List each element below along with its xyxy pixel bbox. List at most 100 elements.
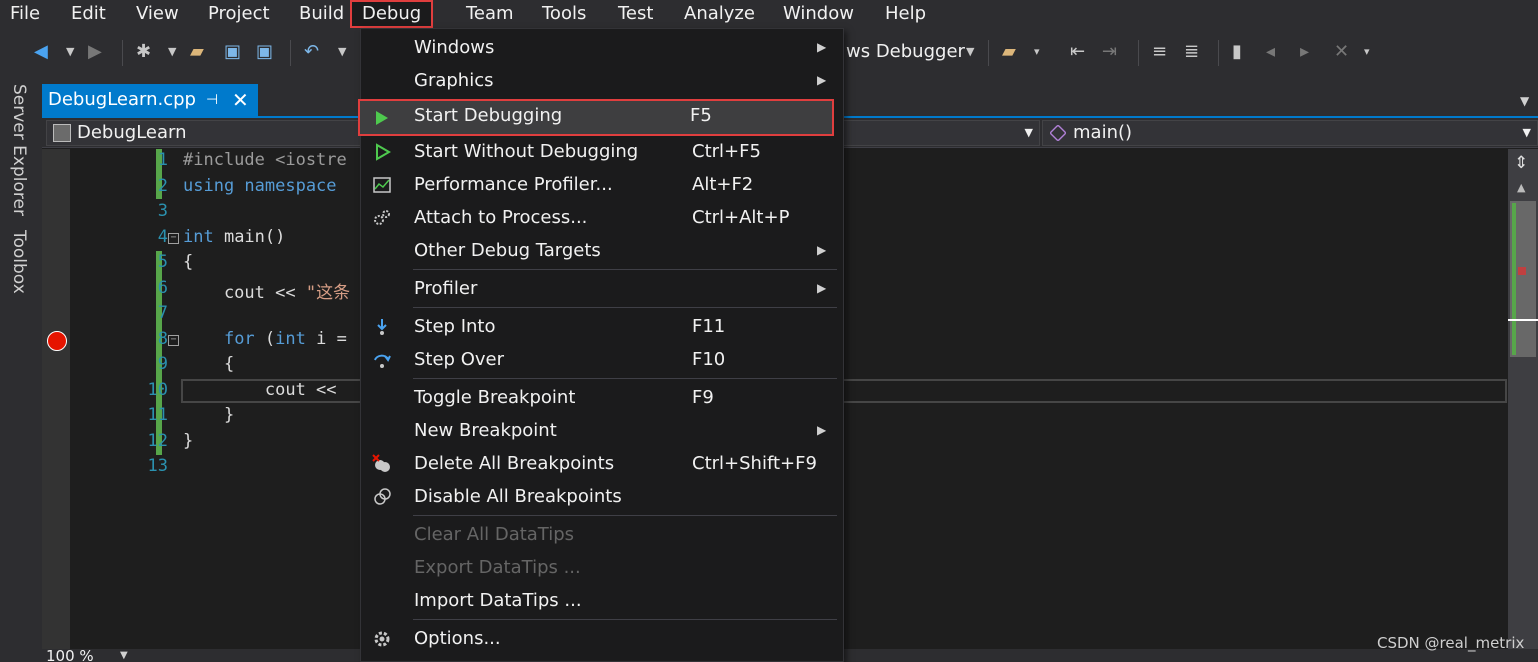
menu-help[interactable]: Help	[885, 0, 926, 28]
menu-project[interactable]: Project	[208, 0, 270, 28]
menu-item-step-into[interactable]: Step Into F11	[361, 310, 843, 343]
code-line: {	[183, 252, 193, 272]
pin-icon[interactable]: ⊣	[206, 84, 218, 116]
server-explorer-tab[interactable]: Server Explorer	[9, 84, 29, 216]
debugger-select[interactable]: ws Debugger	[846, 40, 965, 64]
tab-overflow-icon[interactable]: ▼	[1520, 94, 1529, 108]
step-back-icon[interactable]: ⇤	[1070, 40, 1085, 64]
tab-debuglearn-cpp[interactable]: DebugLearn.cpp ⊣ ✕	[42, 84, 258, 116]
toolbar-overflow-icon[interactable]: ▾	[1364, 40, 1370, 64]
menu-separator	[413, 515, 837, 516]
open-folder-icon[interactable]: ▰	[190, 40, 204, 64]
submenu-arrow-icon: ▶	[817, 423, 827, 437]
menu-item-shortcut: Ctrl+Shift+F9	[692, 453, 817, 474]
code-token: (	[254, 328, 276, 349]
menu-item-performance-profiler[interactable]: Performance Profiler... Alt+F2	[361, 168, 843, 201]
menu-build[interactable]: Build	[299, 0, 344, 28]
menu-item-label: Step Into	[414, 316, 496, 337]
uncomment-icon[interactable]: ≣	[1184, 40, 1199, 64]
toolbox-tab[interactable]: Toolbox	[9, 230, 29, 294]
find-in-files-icon[interactable]: ▰	[1002, 40, 1016, 64]
menu-edit[interactable]: Edit	[71, 0, 106, 28]
new-item-icon[interactable]: ✱	[136, 40, 151, 64]
step-forward-icon[interactable]: ⇥	[1102, 40, 1117, 64]
menu-item-label: Profiler	[414, 278, 478, 299]
menu-item-label: Export DataTips ...	[414, 557, 581, 578]
forward-icon[interactable]: ▶	[88, 40, 102, 64]
menu-item-other-debug-targets[interactable]: Other Debug Targets ▶	[361, 234, 843, 267]
save-all-icon[interactable]: ▣	[256, 40, 273, 64]
menu-item-step-over[interactable]: Step Over F10	[361, 343, 843, 376]
code-line: int main()	[183, 227, 285, 247]
next-bookmark-icon[interactable]: ▸	[1300, 40, 1309, 64]
undo-dropdown-icon[interactable]: ▼	[338, 40, 346, 64]
comment-icon[interactable]: ≡	[1152, 40, 1167, 64]
menu-debug[interactable]: Debug	[350, 0, 434, 28]
menu-item-label: Toggle Breakpoint	[414, 387, 576, 408]
prev-bookmark-icon[interactable]: ◂	[1266, 40, 1275, 64]
menu-item-disable-all-breakpoints[interactable]: Disable All Breakpoints	[361, 480, 843, 513]
member-dropdown[interactable]: main() ▼	[1042, 120, 1538, 146]
chevron-down-icon: ▼	[1522, 126, 1531, 139]
submenu-arrow-icon: ▶	[817, 73, 827, 87]
line-number: 1	[157, 150, 168, 170]
bookmark-icon[interactable]: ▮	[1232, 40, 1242, 64]
submenu-arrow-icon: ▶	[817, 40, 827, 54]
menu-tools[interactable]: Tools	[542, 0, 586, 28]
menu-item-label: Import DataTips ...	[414, 590, 582, 611]
code-token: cout <<	[183, 282, 306, 303]
new-item-dropdown-icon[interactable]: ▼	[168, 40, 176, 64]
menu-item-delete-all-breakpoints[interactable]: Delete All Breakpoints Ctrl+Shift+F9	[361, 447, 843, 480]
zoom-dropdown-icon[interactable]: ▼	[120, 650, 128, 661]
collapse-icon[interactable]: −	[168, 335, 179, 346]
code-line: using namespace	[183, 176, 337, 196]
breakpoint-margin[interactable]	[42, 149, 70, 649]
menu-item-start-without-debugging[interactable]: Start Without Debugging Ctrl+F5	[361, 135, 843, 168]
scroll-up-icon[interactable]: ▲	[1517, 181, 1525, 194]
menu-item-start-debugging[interactable]: Start Debugging F5	[358, 99, 834, 136]
back-icon[interactable]: ◀	[34, 40, 48, 64]
menu-item-label: Delete All Breakpoints	[414, 453, 615, 474]
menu-view[interactable]: View	[136, 0, 179, 28]
undo-icon[interactable]: ↶	[304, 40, 319, 64]
menu-item-attach-to-process[interactable]: Attach to Process... Ctrl+Alt+P	[361, 201, 843, 234]
menu-test[interactable]: Test	[618, 0, 653, 28]
code-line: }	[183, 405, 234, 425]
menu-item-toggle-breakpoint[interactable]: Toggle Breakpoint F9	[361, 381, 843, 414]
menu-item-export-datatips[interactable]: Export DataTips ...	[361, 551, 843, 584]
menu-file[interactable]: File	[10, 0, 40, 28]
menu-item-shortcut: Ctrl+Alt+P	[692, 207, 790, 228]
menu-item-windows[interactable]: Windows ▶	[361, 31, 843, 64]
vertical-scrollbar[interactable]: ⇕ ▲	[1508, 149, 1538, 649]
menu-window[interactable]: Window	[783, 0, 854, 28]
debugger-dropdown-icon[interactable]: ▼	[966, 40, 974, 64]
menu-item-clear-all-datatips[interactable]: Clear All DataTips	[361, 518, 843, 551]
code-token: using namespace	[183, 175, 337, 196]
collapse-icon[interactable]: −	[168, 233, 179, 244]
clear-bookmarks-icon[interactable]: ✕	[1334, 40, 1349, 64]
menu-item-options[interactable]: Options...	[361, 622, 843, 655]
chevron-down-icon: ▼	[1024, 126, 1033, 139]
menu-item-import-datatips[interactable]: Import DataTips ...	[361, 584, 843, 617]
menu-analyze[interactable]: Analyze	[684, 0, 755, 28]
save-icon[interactable]: ▣	[224, 40, 241, 64]
line-number: 6	[157, 277, 168, 298]
project-label: DebugLearn	[77, 122, 187, 143]
find-dropdown-icon[interactable]: ▾	[1034, 40, 1040, 64]
split-icon[interactable]: ⇕	[1514, 153, 1528, 173]
line-number: 5	[157, 252, 168, 272]
menu-item-new-breakpoint[interactable]: New Breakpoint ▶	[361, 414, 843, 447]
code-token: {	[183, 354, 235, 374]
close-icon[interactable]: ✕	[232, 84, 249, 116]
menu-item-label: Options...	[414, 628, 501, 649]
menu-item-profiler[interactable]: Profiler ▶	[361, 272, 843, 305]
code-token: int	[183, 226, 214, 247]
menu-item-label: Other Debug Targets	[414, 240, 601, 261]
menu-item-graphics[interactable]: Graphics ▶	[361, 64, 843, 97]
back-dropdown-icon[interactable]: ▼	[66, 40, 74, 64]
submenu-arrow-icon: ▶	[817, 281, 827, 295]
menu-team[interactable]: Team	[466, 0, 514, 28]
zoom-level[interactable]: 100 %	[46, 648, 94, 662]
breakpoint-icon[interactable]	[47, 331, 67, 351]
menu-item-shortcut: Alt+F2	[692, 174, 754, 195]
